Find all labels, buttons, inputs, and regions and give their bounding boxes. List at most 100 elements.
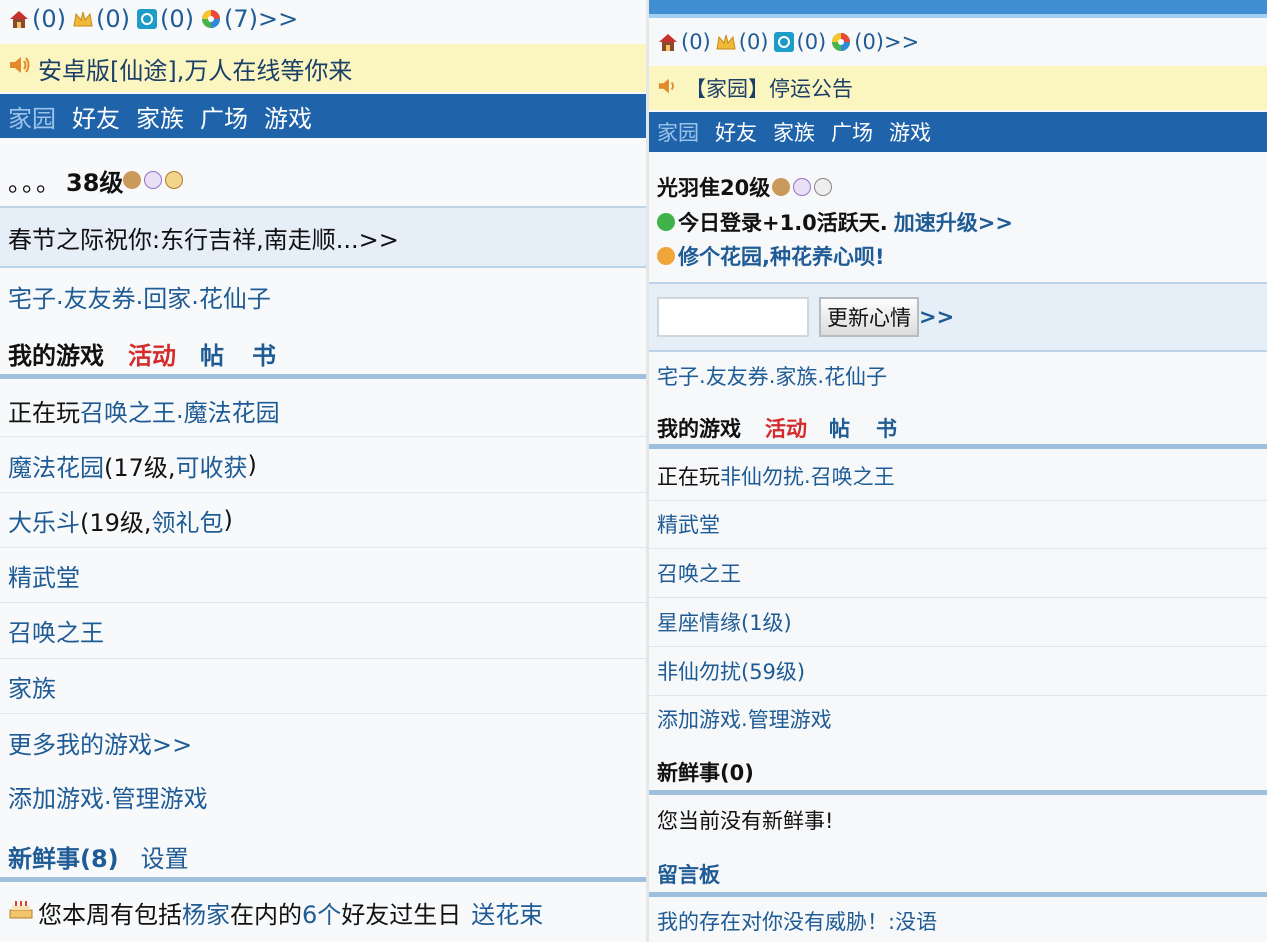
game-constellation[interactable]: 星座情缘(1级) [657,607,792,637]
chat-count[interactable]: (0) [797,30,827,54]
link-coupon[interactable]: 友友券 [706,361,769,391]
color-ball-icon[interactable] [200,8,222,30]
user-name[interactable]: 。。。 [8,163,62,198]
tab-posts[interactable]: 帖 [829,413,850,443]
row-divider [0,492,646,493]
friend-link[interactable]: 杨家 [182,895,230,930]
house-count[interactable]: (0) [681,30,711,54]
crown-icon[interactable] [72,8,94,30]
tab-posts[interactable]: 帖 [200,336,224,371]
crown-icon[interactable] [715,31,737,53]
link-house[interactable]: 宅子 [657,361,699,391]
game-link-summon-king[interactable]: 召唤之王 [80,393,176,428]
game-feixian[interactable]: 非仙勿扰(59级) [657,656,805,686]
pet-face-icon [165,171,184,189]
ball-count[interactable]: (7)>> [224,5,298,33]
nav-home[interactable]: 家园 [657,117,699,147]
update-mood-button[interactable]: 更新心情 [819,297,919,337]
link-flower-fairy[interactable]: 花仙子 [824,361,887,391]
tab-activity[interactable]: 活动 [765,413,807,443]
nav-family[interactable]: 家族 [136,99,184,134]
chat-icon[interactable] [773,31,795,53]
user-line: 。。。 38级 [0,160,646,200]
tab-book[interactable]: 书 [252,336,276,371]
nav-games[interactable]: 游戏 [889,117,931,147]
add-game-link[interactable]: 添加游戏 [8,779,104,814]
link-family[interactable]: 家族 [775,361,817,391]
link-house[interactable]: 宅子 [8,279,56,314]
chat-count[interactable]: (0) [160,5,194,33]
send-flowers-link[interactable]: 送花束 [471,895,543,930]
harvest-link[interactable]: 可收获 [176,448,248,483]
game-jingwutang[interactable]: 精武堂 [8,558,80,593]
user-name[interactable]: 光羽隹20级 [657,172,770,202]
game-magic-garden[interactable]: 魔法花园 [8,448,104,483]
game-level: (19级, [80,508,152,537]
manage-game-link[interactable]: 管理游戏 [112,779,208,814]
nav-family[interactable]: 家族 [773,117,815,147]
gift-link[interactable]: 领礼包 [152,503,224,538]
question-badge-icon [793,178,812,196]
game-link-magic-garden[interactable]: 魔法花园 [184,393,280,428]
chat-icon[interactable] [136,8,158,30]
tab-book[interactable]: 书 [876,413,897,443]
notice-text[interactable]: 【家园】停运公告 [685,73,853,103]
game-link-feixian[interactable]: 非仙勿扰 [720,461,804,491]
speed-upgrade-link[interactable]: 加速升级>> [894,207,1013,237]
list-item: 精武堂 [649,506,1267,542]
notice-bar[interactable]: 安卓版[仙途],万人在线等你来 [0,44,646,92]
list-item: 星座情缘(1级) [649,604,1267,640]
link-flower-fairy[interactable]: 花仙子 [199,279,271,314]
garden-link[interactable]: 修个花园,种花养心呗! [678,241,885,271]
now-playing-label: 正在玩 [657,465,720,489]
quick-links: 宅子. 友友券. 回家. 花仙子 [0,276,646,316]
game-summon-king[interactable]: 召唤之王 [657,558,741,588]
greeting-text[interactable]: 春节之际祝你:东行吉祥,南走顺...>> [8,220,399,255]
link-coupon[interactable]: 友友券 [64,279,136,314]
board-message-link[interactable]: 我的存在对你没有威胁！:没语 [657,906,937,936]
game-family[interactable]: 家族 [8,669,56,704]
nav-friends[interactable]: 好友 [72,99,120,134]
news-link[interactable]: 新鲜事(8) [8,839,119,874]
game-link-summon-king[interactable]: 召唤之王 [811,461,895,491]
game-summon-king[interactable]: 召唤之王 [8,613,104,648]
settings-link[interactable]: 设置 [141,839,189,874]
message-board-link[interactable]: 留言板 [657,859,720,889]
manage-game-link[interactable]: 管理游戏 [748,704,832,734]
more-games-link[interactable]: 更多我的游戏>> [8,725,192,760]
tab-my-games[interactable]: 我的游戏 [8,336,104,371]
now-playing-label: 正在玩 [8,398,80,427]
paren: ) [223,506,233,534]
crown-count[interactable]: (0) [739,30,769,54]
dot: . [191,282,199,310]
game-big-fight[interactable]: 大乐斗 [8,503,80,538]
greeting-box[interactable]: 春节之际祝你:东行吉祥,南走顺...>> [0,206,646,268]
tab-my-games[interactable]: 我的游戏 [657,413,741,443]
nav-games[interactable]: 游戏 [264,99,312,134]
nav-friends[interactable]: 好友 [715,117,757,147]
game-jingwutang[interactable]: 精武堂 [657,509,720,539]
friend-count-link[interactable]: 6个 [302,895,341,930]
mood-input[interactable] [657,297,809,337]
house-count[interactable]: (0) [32,5,66,33]
main-nav: 家园 好友 家族 广场 游戏 [0,94,646,138]
nav-plaza[interactable]: 广场 [831,117,873,147]
house-icon[interactable] [8,8,30,30]
house-icon[interactable] [657,31,679,53]
nav-plaza[interactable]: 广场 [200,99,248,134]
mood-more-link[interactable]: >> [919,305,954,329]
link-go-home[interactable]: 回家 [143,279,191,314]
notice-text[interactable]: 安卓版[仙途],万人在线等你来 [38,51,352,86]
paren: ) [247,451,257,479]
game-level: (17级, [104,453,176,482]
add-game-link[interactable]: 添加游戏 [657,704,741,734]
game-tabs: 我的游戏 活动 帖 书 [649,410,1267,446]
color-ball-icon[interactable] [830,31,852,53]
news-label[interactable]: 新鲜事(0) [657,757,754,787]
notice-bar[interactable]: 【家园】停运公告 [649,66,1267,110]
section-divider [0,374,646,379]
nav-home[interactable]: 家园 [8,99,56,134]
tab-activity[interactable]: 活动 [128,336,176,371]
ball-count[interactable]: (0)>> [854,30,919,54]
crown-count[interactable]: (0) [96,5,130,33]
